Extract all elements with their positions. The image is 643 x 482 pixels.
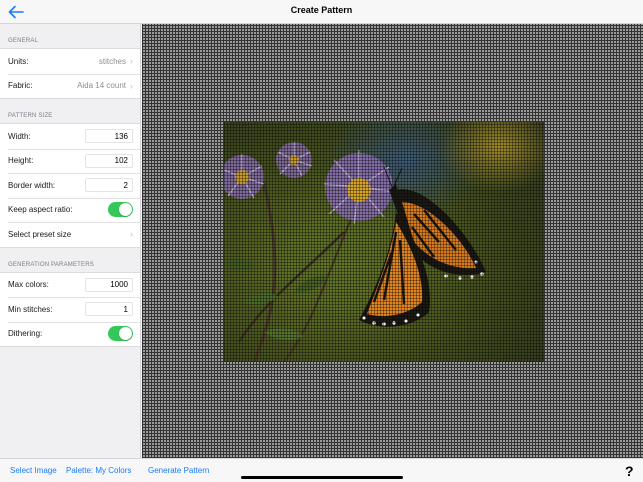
- border-width-label: Border width:: [8, 180, 56, 190]
- stitch-grid-overlay: [224, 122, 544, 362]
- height-label: Height:: [8, 156, 34, 166]
- border-width-row: Border width:: [0, 173, 140, 198]
- units-row[interactable]: Units: stitches ›: [0, 49, 140, 74]
- page-title: Create Pattern: [290, 5, 353, 15]
- keep-aspect-label: Keep aspect ratio:: [8, 205, 73, 215]
- chevron-right-icon: ›: [130, 56, 133, 67]
- toggle-knob: [119, 203, 132, 217]
- preset-size-label: Select preset size: [8, 229, 72, 239]
- fabric-value: Aida 14 count: [77, 81, 126, 91]
- toggle-knob: [119, 327, 132, 341]
- section-header-generation: GENERATION PARAMETERS: [8, 261, 94, 268]
- generation-group: Max colors: Min stitches: Dithering:: [0, 271, 140, 347]
- general-group: Units: stitches › Fabric: Aida 14 count …: [0, 48, 140, 99]
- settings-sidebar: GENERAL Units: stitches › Fabric: Aida 1…: [0, 24, 141, 458]
- dithering-row: Dithering:: [0, 321, 140, 347]
- generate-pattern-button[interactable]: Generate Pattern: [148, 466, 209, 475]
- section-header-general: GENERAL: [8, 38, 39, 44]
- keep-aspect-toggle[interactable]: [108, 202, 133, 218]
- palette-button[interactable]: Palette: My Colors: [66, 466, 131, 475]
- pattern-size-group: Width: Height: Border width: Keep aspect…: [0, 123, 140, 248]
- units-value: stitches: [98, 56, 126, 66]
- pattern-canvas[interactable]: [142, 24, 643, 458]
- min-stitches-field[interactable]: [85, 302, 133, 317]
- width-row: Width:: [0, 124, 140, 149]
- fabric-row[interactable]: Fabric: Aida 14 count ›: [0, 73, 140, 99]
- fabric-label: Fabric:: [8, 81, 33, 91]
- keep-aspect-row: Keep aspect ratio:: [0, 197, 140, 223]
- chevron-right-icon: ›: [130, 80, 133, 91]
- pattern-preview-image: [224, 122, 544, 362]
- section-header-pattern-size: PATTERN SIZE: [8, 113, 53, 119]
- select-image-button[interactable]: Select Image: [10, 466, 57, 475]
- max-colors-field[interactable]: [85, 277, 133, 292]
- min-stitches-label: Min stitches:: [8, 304, 53, 314]
- height-field[interactable]: [85, 153, 133, 168]
- dithering-toggle[interactable]: [108, 326, 133, 342]
- help-button[interactable]: ?: [625, 463, 634, 479]
- width-field[interactable]: [85, 129, 133, 144]
- border-width-field[interactable]: [85, 178, 133, 193]
- home-indicator: [241, 476, 403, 479]
- units-label: Units:: [8, 56, 29, 66]
- max-colors-label: Max colors:: [8, 280, 49, 290]
- bottom-toolbar: Select Image Palette: My Colors Generate…: [0, 458, 643, 482]
- max-colors-row: Max colors:: [0, 273, 140, 298]
- dithering-label: Dithering:: [8, 329, 43, 339]
- navigation-bar: Create Pattern: [0, 0, 643, 24]
- preset-size-row[interactable]: Select preset size ›: [0, 222, 140, 247]
- height-row: Height:: [0, 148, 140, 174]
- chevron-right-icon: ›: [130, 229, 133, 240]
- width-label: Width:: [8, 131, 31, 141]
- min-stitches-row: Min stitches:: [0, 297, 140, 322]
